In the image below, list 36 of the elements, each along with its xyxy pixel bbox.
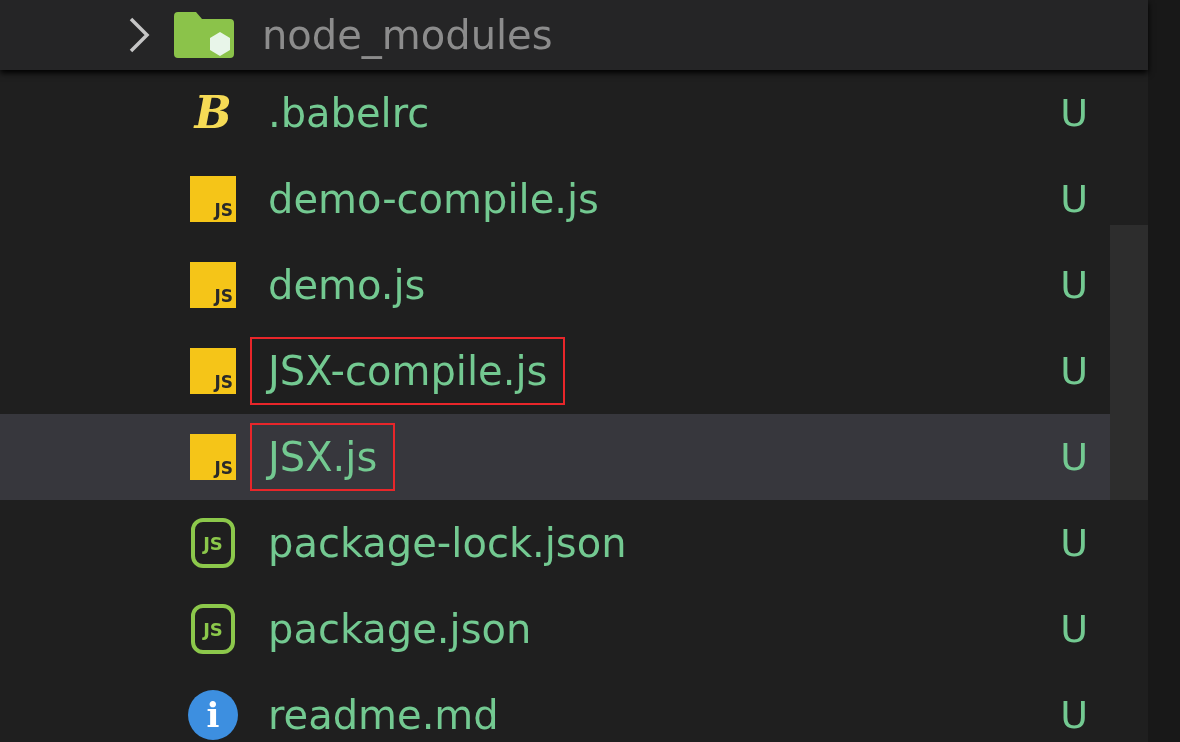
folder-icon <box>174 12 236 58</box>
git-status: U <box>1060 91 1088 135</box>
git-status: U <box>1060 177 1088 221</box>
file-name: demo.js <box>267 261 427 309</box>
file-row[interactable]: B .babelrc U <box>0 70 1110 156</box>
file-row[interactable]: JS package-lock.json U <box>0 500 1110 586</box>
file-name: JSX-compile.js <box>265 347 549 395</box>
git-status: U <box>1060 607 1088 651</box>
js-file-icon: JS <box>190 262 236 308</box>
git-status: U <box>1060 693 1088 737</box>
file-row[interactable]: JS package.json U <box>0 586 1110 672</box>
file-row[interactable]: i readme.md U <box>0 672 1110 742</box>
file-name: readme.md <box>267 691 500 739</box>
git-status: U <box>1060 349 1088 393</box>
json-file-icon: JS <box>191 604 235 654</box>
git-status: U <box>1060 521 1088 565</box>
babel-icon: B <box>194 91 232 135</box>
js-file-icon: JS <box>190 176 236 222</box>
folder-row[interactable]: node_modules <box>0 0 1148 70</box>
file-name: JSX.js <box>265 433 379 481</box>
folder-name: node_modules <box>261 11 554 59</box>
file-name: package.json <box>267 605 533 653</box>
git-status: U <box>1060 435 1088 479</box>
info-icon: i <box>188 690 238 740</box>
file-row[interactable]: JS JSX-compile.js U <box>0 328 1110 414</box>
git-status: U <box>1060 263 1088 307</box>
file-row[interactable]: JS JSX.js U <box>0 414 1110 500</box>
file-name: demo-compile.js <box>267 175 600 223</box>
file-name: package-lock.json <box>267 519 628 567</box>
file-row[interactable]: JS demo-compile.js U <box>0 156 1110 242</box>
scrollbar-thumb[interactable] <box>1110 225 1148 500</box>
file-name: .babelrc <box>267 89 431 137</box>
json-file-icon: JS <box>191 518 235 568</box>
js-file-icon: JS <box>190 434 236 480</box>
file-row[interactable]: JS demo.js U <box>0 242 1110 328</box>
js-file-icon: JS <box>190 348 236 394</box>
